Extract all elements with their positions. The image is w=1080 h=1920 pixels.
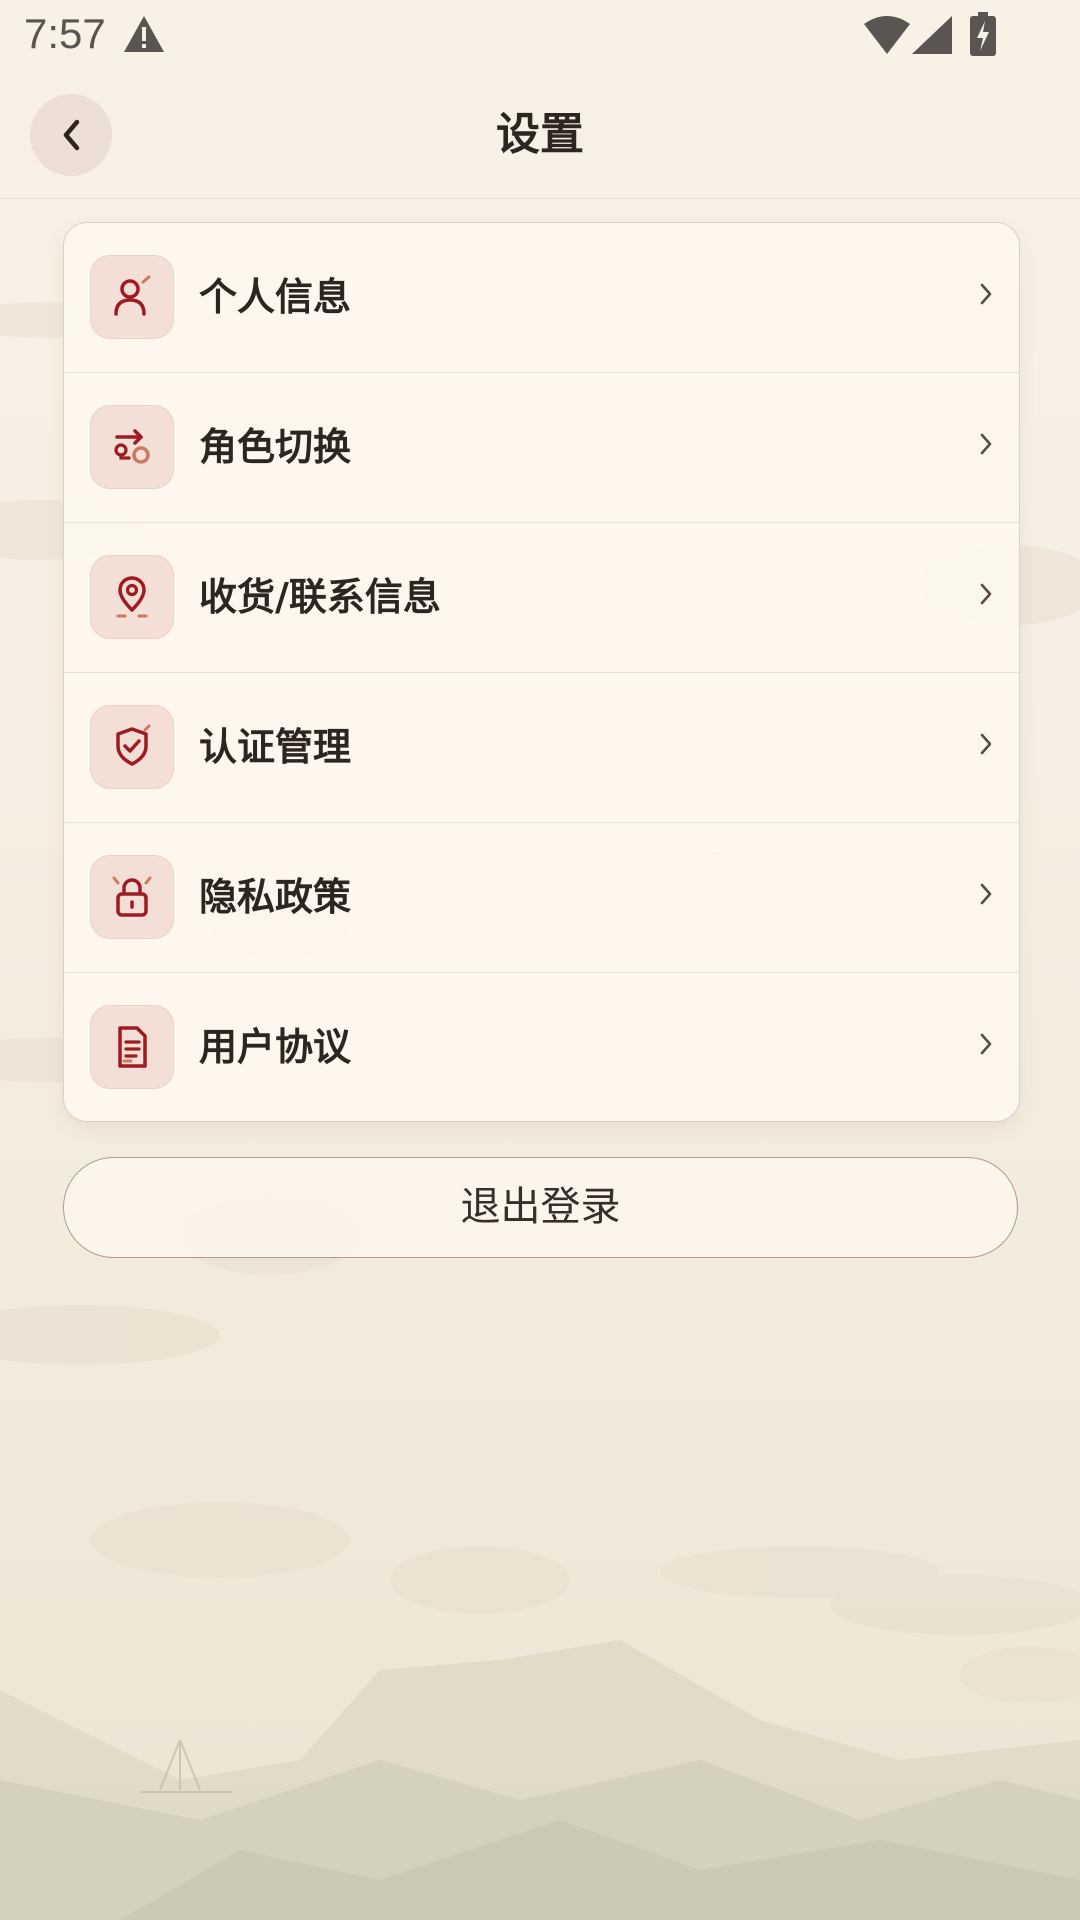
menu-item-label: 收货/联系信息 bbox=[199, 575, 441, 619]
menu-icon-container bbox=[90, 1005, 174, 1089]
menu-item-label: 隐私政策 bbox=[199, 875, 352, 919]
menu-item-role-switch[interactable]: 角色切换 bbox=[64, 373, 1019, 523]
menu-icon-container bbox=[90, 255, 174, 339]
logout-button[interactable]: 退出登录 bbox=[63, 1157, 1018, 1258]
status-bar: 7:57 bbox=[0, 0, 1080, 72]
menu-item-label: 认证管理 bbox=[199, 725, 352, 769]
document-icon bbox=[118, 1026, 147, 1068]
location-pin-icon bbox=[116, 576, 148, 618]
switch-role-icon bbox=[114, 429, 150, 464]
shield-check-icon bbox=[116, 724, 151, 766]
back-button[interactable] bbox=[30, 94, 112, 176]
menu-item-label: 角色切换 bbox=[199, 425, 352, 469]
page-title: 设置 bbox=[496, 109, 584, 160]
menu-item-label: 用户协议 bbox=[199, 1025, 352, 1069]
status-time: 7:57 bbox=[24, 10, 106, 57]
chevron-right-icon bbox=[980, 433, 992, 455]
settings-menu-card: 个人信息 角色切换 收货/联系信息 认证管理 隐私政策 用户协议 bbox=[63, 222, 1020, 1122]
header-bar: 设置 bbox=[0, 72, 1080, 199]
menu-icon-container bbox=[90, 555, 174, 639]
chevron-right-icon bbox=[980, 583, 992, 605]
person-icon bbox=[114, 275, 151, 316]
chevron-right-icon bbox=[980, 733, 992, 755]
menu-item-privacy-policy[interactable]: 隐私政策 bbox=[64, 823, 1019, 973]
chevron-right-icon bbox=[980, 883, 992, 905]
menu-item-label: 个人信息 bbox=[199, 275, 352, 319]
lock-icon bbox=[112, 876, 152, 917]
chevron-right-icon bbox=[980, 1033, 992, 1055]
menu-item-shipping-contact[interactable]: 收货/联系信息 bbox=[64, 523, 1019, 673]
menu-item-verification[interactable]: 认证管理 bbox=[64, 673, 1019, 823]
warning-triangle-icon bbox=[124, 16, 164, 52]
menu-icon-container bbox=[90, 855, 174, 939]
battery-charging-icon bbox=[970, 12, 996, 56]
wifi-icon bbox=[864, 16, 910, 54]
menu-icon-container bbox=[90, 405, 174, 489]
menu-item-personal-info[interactable]: 个人信息 bbox=[64, 223, 1019, 373]
menu-item-user-agreement[interactable]: 用户协议 bbox=[64, 973, 1019, 1121]
chevron-left-icon bbox=[63, 119, 80, 151]
chevron-right-icon bbox=[980, 283, 992, 305]
cell-signal-icon bbox=[912, 16, 952, 54]
menu-icon-container bbox=[90, 705, 174, 789]
